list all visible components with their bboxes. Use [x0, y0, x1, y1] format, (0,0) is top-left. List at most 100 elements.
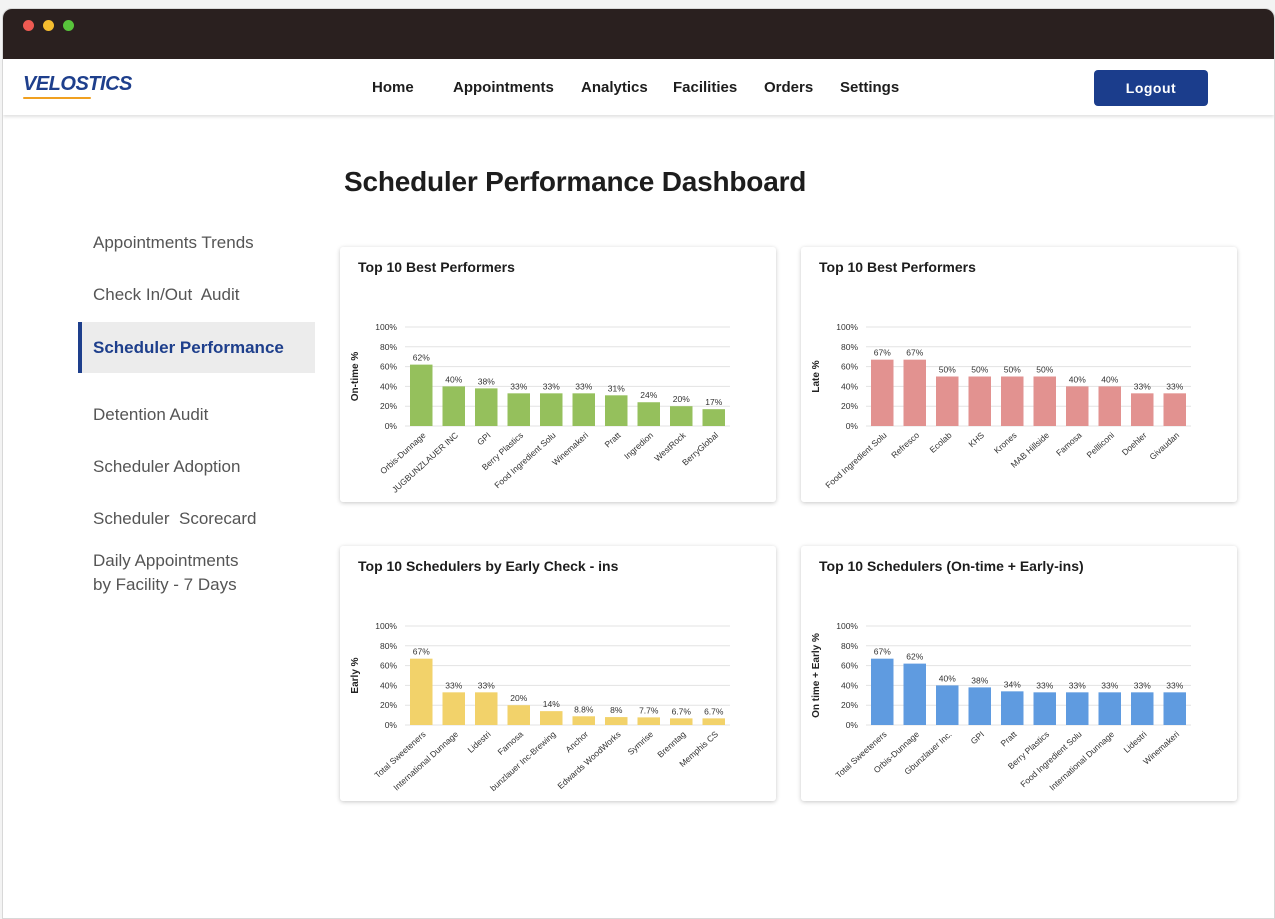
- bar: [1033, 376, 1056, 426]
- sidebar-item-detention-audit[interactable]: Detention Audit: [93, 405, 208, 425]
- y-tick-label: 80%: [380, 342, 397, 352]
- bar: [1131, 692, 1154, 725]
- nav-orders[interactable]: Orders: [764, 79, 813, 96]
- bar-value-label: 40%: [445, 374, 462, 384]
- bar-value-label: 6.7%: [704, 706, 724, 716]
- nav-appointments[interactable]: Appointments: [453, 79, 554, 96]
- bar: [507, 705, 530, 725]
- bar-value-label: 33%: [1134, 680, 1151, 690]
- window-titlebar: [3, 9, 1274, 59]
- bar: [1163, 692, 1186, 725]
- bar: [605, 395, 628, 426]
- x-tick-label: GPI: [475, 430, 493, 447]
- bar: [936, 685, 959, 725]
- sidebar-item-scheduler-performance[interactable]: Scheduler Performance: [78, 322, 315, 373]
- logout-button[interactable]: Logout: [1094, 70, 1208, 106]
- close-window-dot[interactable]: [23, 20, 34, 31]
- bar-value-label: 67%: [874, 348, 891, 358]
- y-tick-label: 60%: [380, 661, 397, 671]
- sidebar-item-scheduler-adoption[interactable]: Scheduler Adoption: [93, 457, 240, 477]
- bar-value-label: 20%: [673, 394, 690, 404]
- page-title: Scheduler Performance Dashboard: [344, 166, 807, 197]
- x-tick-label: Lidestri: [1122, 729, 1149, 755]
- bar-value-label: 67%: [874, 647, 891, 657]
- velostics-logo[interactable]: VELOSTICS: [23, 73, 132, 96]
- y-tick-label: 100%: [375, 621, 397, 631]
- x-tick-label: Ecolab: [928, 430, 954, 455]
- sidebar-item-daily-appointments[interactable]: Daily Appointments by Facility - 7 Days: [93, 549, 239, 597]
- bar: [475, 388, 498, 426]
- bar-value-label: 17%: [705, 397, 722, 407]
- x-tick-label: Lidestri: [466, 729, 493, 755]
- y-tick-label: 80%: [380, 641, 397, 651]
- bar-value-label: 33%: [1166, 381, 1183, 391]
- bar: [475, 692, 498, 725]
- y-tick-label: 80%: [841, 342, 858, 352]
- maximize-window-dot[interactable]: [63, 20, 74, 31]
- x-tick-label: BerryGlobal: [680, 430, 720, 468]
- bar: [1098, 386, 1121, 426]
- bar: [1066, 692, 1089, 725]
- y-axis-label: Early %: [350, 657, 361, 693]
- nav-analytics[interactable]: Analytics: [581, 79, 648, 96]
- bar-value-label: 14%: [543, 699, 560, 709]
- chart-card-ontime-plus-early: Top 10 Schedulers (On-time + Early-ins) …: [801, 546, 1237, 801]
- bar: [1001, 376, 1024, 426]
- chart-card-best-late: Top 10 Best Performers 0% 20% 40% 60% 80% 100…: [801, 247, 1237, 502]
- sidebar-item-check-in-out-audit[interactable]: Check In/Out Audit: [93, 285, 239, 305]
- bar: [903, 359, 926, 426]
- x-tick-label: Winemakeri: [550, 430, 590, 468]
- bar-value-label: 38%: [478, 376, 495, 386]
- bar-value-label: 50%: [939, 365, 956, 375]
- bar-value-label: 40%: [1069, 374, 1086, 384]
- bar: [670, 406, 693, 426]
- x-tick-label: Refresco: [889, 430, 921, 460]
- bar-value-label: 40%: [1101, 374, 1118, 384]
- x-tick-label: KHS: [966, 430, 986, 449]
- x-tick-label: Food Ingredient Solu: [1018, 729, 1084, 789]
- bar: [1098, 692, 1121, 725]
- bar: [1131, 393, 1154, 426]
- y-axis-label: Late %: [811, 360, 822, 392]
- bar-value-label: 50%: [1036, 365, 1053, 375]
- sidebar-item-appointments-trends[interactable]: Appointments Trends: [93, 233, 254, 253]
- y-tick-label: 20%: [380, 401, 397, 411]
- x-tick-label: Famosa: [1054, 430, 1084, 458]
- bar-value-label: 38%: [971, 675, 988, 685]
- minimize-window-dot[interactable]: [43, 20, 54, 31]
- browser-window: VELOSTICS Home Appointments Analytics Fa…: [2, 8, 1275, 919]
- bar-value-label: 8%: [610, 705, 623, 715]
- y-tick-label: 20%: [841, 700, 858, 710]
- y-tick-label: 0%: [385, 720, 398, 730]
- nav-settings[interactable]: Settings: [840, 79, 899, 96]
- sidebar-item-scheduler-scorecard[interactable]: Scheduler Scorecard: [93, 509, 256, 529]
- x-tick-label: Anchor: [563, 729, 590, 755]
- sidebar-item-label: Scheduler Performance: [93, 338, 284, 357]
- x-tick-label: Pratt: [999, 729, 1020, 749]
- y-tick-label: 100%: [836, 621, 858, 631]
- nav-home[interactable]: Home: [372, 79, 414, 96]
- y-tick-label: 60%: [841, 661, 858, 671]
- bar: [442, 692, 465, 725]
- x-tick-label: Symrise: [626, 729, 656, 757]
- bar-value-label: 67%: [906, 348, 923, 358]
- bar-value-label: 33%: [510, 381, 527, 391]
- x-tick-label: GPI: [969, 729, 987, 746]
- bar-value-label: 67%: [413, 647, 430, 657]
- chart-svg: 0%20%40%60%80%100%On-time % 62%Orbis-Dunn…: [350, 322, 730, 495]
- chart-svg: 0%20%40%60%80%100%On time + Early % 67%To…: [811, 621, 1191, 793]
- nav-facilities[interactable]: Facilities: [673, 79, 737, 96]
- x-tick-label: International Dunnage: [1047, 729, 1116, 793]
- bar: [410, 658, 433, 725]
- bar-value-label: 8.8%: [574, 704, 594, 714]
- x-tick-label: Pellliconi: [1084, 430, 1116, 460]
- x-tick-label: Famosa: [496, 729, 526, 757]
- bar-value-label: 33%: [1134, 381, 1151, 391]
- bar: [903, 663, 926, 725]
- bar-value-label: 31%: [608, 383, 625, 393]
- bar: [968, 376, 991, 426]
- bar-value-label: 24%: [640, 390, 657, 400]
- x-tick-label: bunzlauer Inc-Brewing: [488, 729, 558, 793]
- bar-value-label: 33%: [1069, 680, 1086, 690]
- bar-value-label: 6.7%: [672, 706, 692, 716]
